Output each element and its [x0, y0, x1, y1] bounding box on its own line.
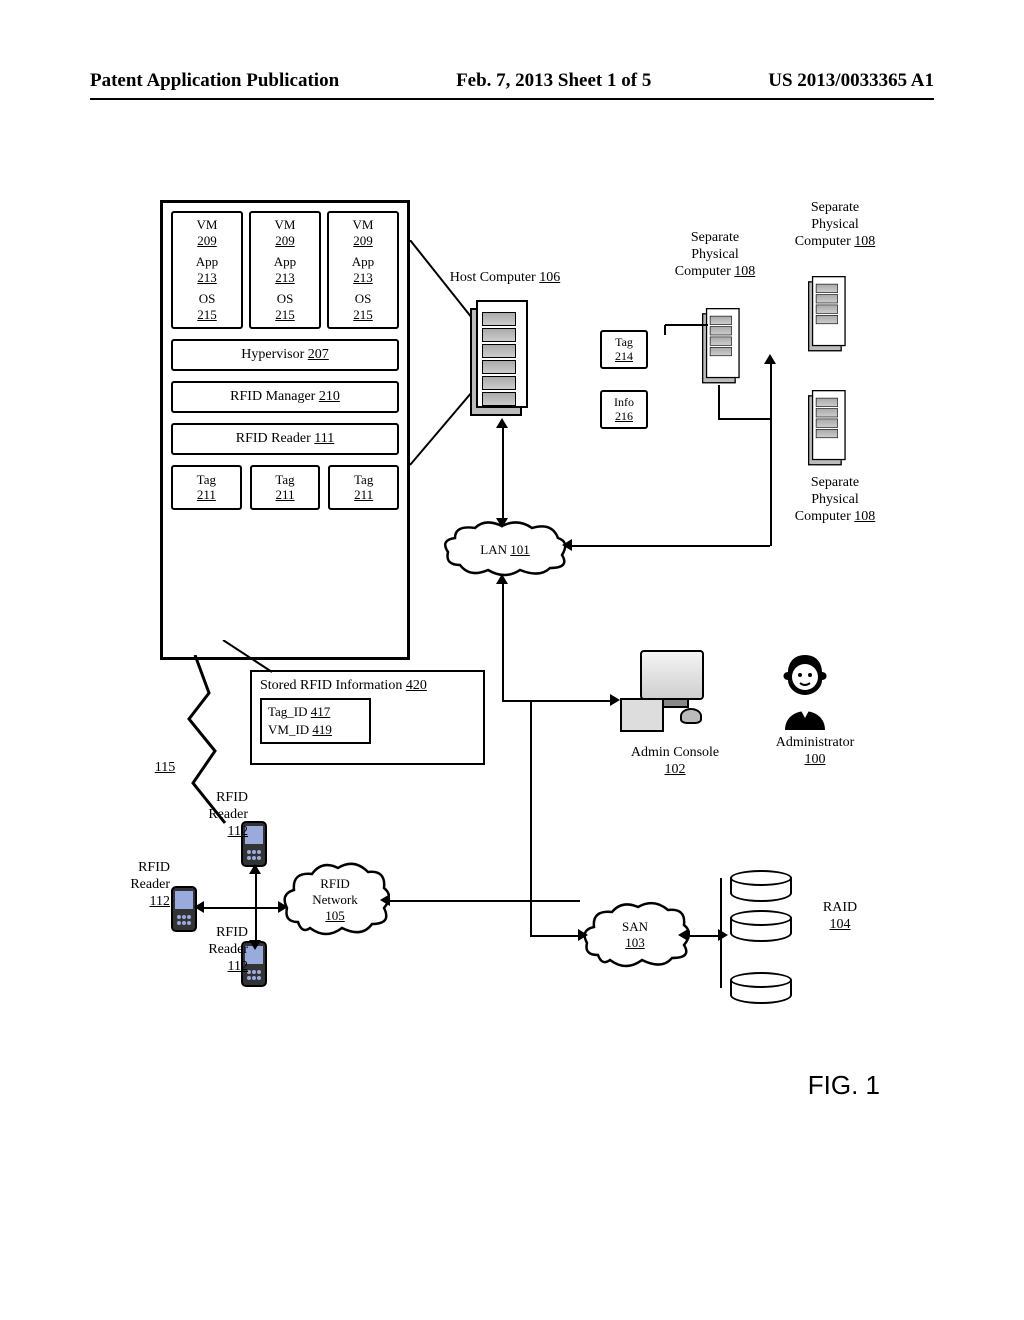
header-center: Feb. 7, 2013 Sheet 1 of 5 — [456, 70, 651, 92]
tag-cell-2: Tag211 — [250, 465, 321, 510]
raid-cylinder-3 — [730, 972, 792, 1006]
vm-columns: VM209 App213 OS215 VM209 App213 OS215 VM… — [171, 211, 399, 329]
header-right: US 2013/0033365 A1 — [768, 70, 934, 92]
remote-tag-box: Tag214 — [600, 330, 648, 369]
header-left: Patent Application Publication — [90, 70, 339, 92]
stored-rfid-callout: Stored RFID Information 420 Tag_ID 417 V… — [250, 670, 485, 765]
vm-column-3: VM209 App213 OS215 — [327, 211, 399, 329]
host-computer-detail-box: VM209 App213 OS215 VM209 App213 OS215 VM… — [160, 200, 410, 660]
host-computer-icon — [470, 300, 526, 420]
raid-label: RAID104 — [810, 900, 870, 934]
admin-console-icon — [620, 650, 750, 750]
sep-physical-label-3: Separate Physical Computer 108 — [780, 475, 890, 525]
figure-1: VM209 App213 OS215 VM209 App213 OS215 VM… — [120, 200, 880, 1100]
sep-physical-label-1: Separate Physical Computer 108 — [660, 230, 770, 280]
callout-title: Stored RFID Information 420 — [260, 678, 475, 694]
hypervisor-block: Hypervisor 207 — [171, 339, 399, 371]
tag-cell-1: Tag211 — [171, 465, 242, 510]
rfid-reader-label-1: RFID Reader 112 — [188, 790, 248, 840]
callout-inner: Tag_ID 417 VM_ID 419 — [260, 698, 371, 744]
host-computer-label: Host Computer 106 — [430, 270, 580, 287]
separate-computer-3-icon — [808, 390, 844, 468]
header-rule — [90, 98, 934, 100]
tag-cell-3: Tag211 — [328, 465, 399, 510]
raid-cylinder-2 — [730, 910, 792, 944]
administrator-label: Administrator100 — [760, 735, 870, 769]
lan-cloud: LAN 101 — [440, 520, 570, 580]
vm-column-2: VM209 App213 OS215 — [249, 211, 321, 329]
rfid-manager-block: RFID Manager 210 — [171, 381, 399, 413]
rfid-reader-label-3: RFID Reader 112 — [188, 925, 248, 975]
wireless-ref-label: 115 — [145, 760, 185, 777]
rfid-reader-label-2: RFID Reader 112 — [110, 860, 170, 910]
separate-computer-2-icon — [808, 276, 844, 354]
separate-computer-1-icon — [702, 308, 738, 386]
vm-column-1: VM209 App213 OS215 — [171, 211, 243, 329]
san-cloud: SAN103 — [580, 900, 690, 970]
sep-physical-label-2: Separate Physical Computer 108 — [780, 200, 890, 250]
administrator-icon — [770, 650, 840, 730]
raid-cylinder-1 — [730, 870, 792, 904]
figure-caption: FIG. 1 — [808, 1070, 880, 1101]
remote-info-box: Info216 — [600, 390, 648, 429]
tag-row: Tag211 Tag211 Tag211 — [171, 465, 399, 510]
admin-console-label: Admin Console102 — [610, 745, 740, 779]
rfid-reader-block: RFID Reader 111 — [171, 423, 399, 455]
rfid-network-cloud: RFID Network 105 — [280, 860, 390, 940]
